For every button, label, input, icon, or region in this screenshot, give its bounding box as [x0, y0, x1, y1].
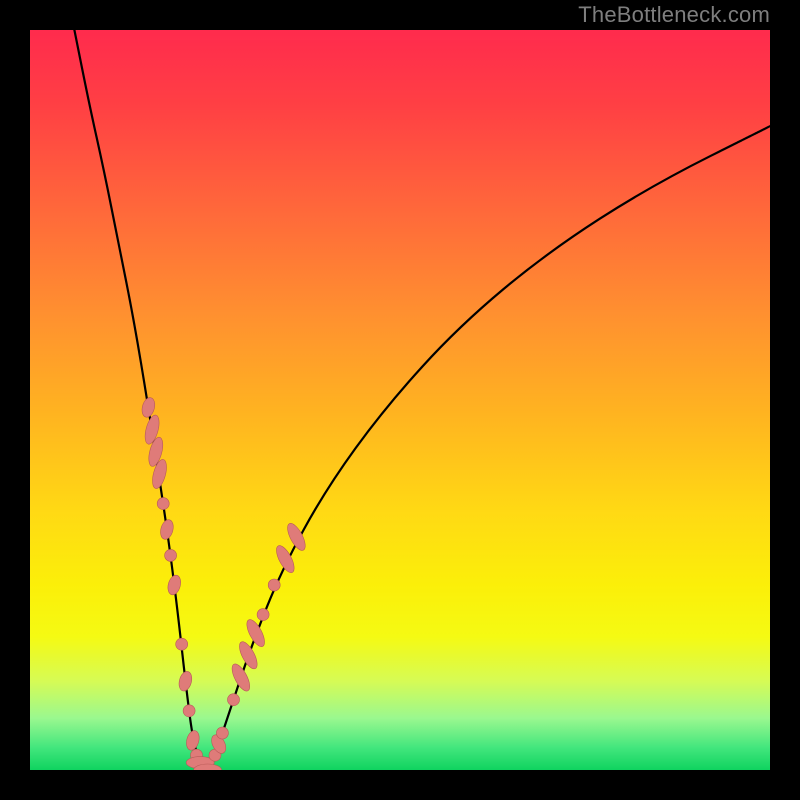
marker-layer — [140, 396, 309, 770]
marker-8 — [176, 638, 188, 650]
plot-area — [30, 30, 770, 770]
marker-17 — [216, 727, 228, 739]
marker-6 — [165, 549, 177, 561]
marker-23 — [268, 579, 280, 591]
marker-22 — [257, 609, 269, 621]
marker-18 — [228, 694, 240, 706]
marker-10 — [183, 705, 195, 717]
marker-5 — [159, 518, 176, 540]
chart-frame: TheBottleneck.com — [0, 0, 800, 800]
marker-4 — [157, 498, 169, 510]
marker-11 — [184, 729, 201, 751]
marker-9 — [177, 670, 194, 692]
bottleneck-curve — [74, 30, 770, 768]
chart-svg — [30, 30, 770, 770]
marker-7 — [166, 574, 183, 596]
watermark-text: TheBottleneck.com — [578, 0, 770, 30]
